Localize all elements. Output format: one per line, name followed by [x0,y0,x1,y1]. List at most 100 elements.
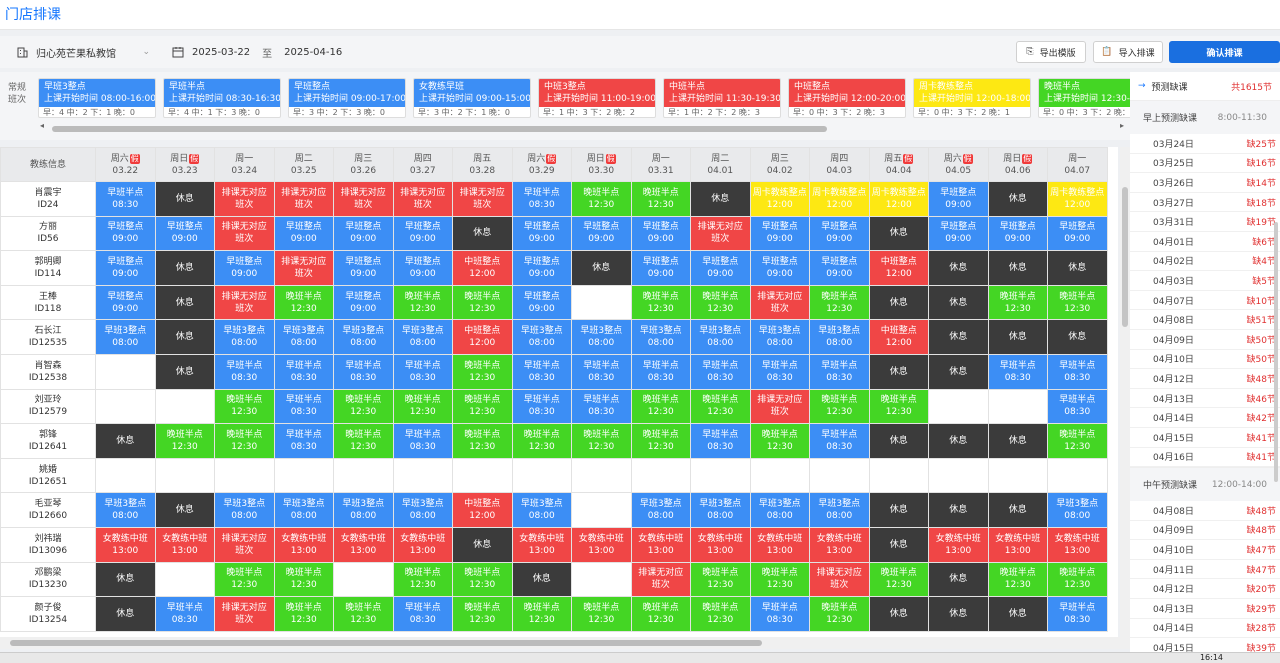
schedule-cell[interactable]: 早班整点 09:00 [95,215,156,252]
schedule-cell[interactable]: 早班3整点 08:00 [690,319,751,355]
schedule-cell[interactable] [928,388,989,425]
forecast-item[interactable]: 04月13日 缺29节 [1130,599,1280,619]
forecast-item[interactable]: 04月16日 缺41节 [1130,448,1280,468]
schedule-cell[interactable]: 早班半点 08:30 [630,353,691,390]
schedule-cell[interactable]: 早班3整点 08:00 [630,319,691,355]
schedule-cell[interactable]: 排课无对应 班次 [273,181,334,217]
schedule-cell[interactable]: 晚班半点 12:30 [1047,561,1108,598]
schedule-cell[interactable]: 早班整点 09:00 [333,284,394,321]
schedule-cell[interactable]: 早班整点 09:00 [511,250,572,286]
schedule-cell[interactable]: 晚班半点 12:30 [630,388,691,425]
schedule-cell[interactable]: 晚班半点 12:30 [333,388,394,425]
shift-card[interactable]: 女教练早班 上课开始时间 09:00-15:00 早：3 中：2 下：1 晚：0 [413,78,531,118]
schedule-cell[interactable]: 早班半点 08:30 [392,423,453,459]
schedule-cell[interactable]: 休息 [452,526,513,563]
schedule-cell[interactable]: 早班半点 08:30 [273,388,334,425]
schedule-cell[interactable] [154,457,215,494]
schedule-cell[interactable]: 休息 [1047,250,1108,286]
schedule-cell[interactable]: 晚班半点 12:30 [868,561,929,598]
schedule-cell[interactable] [392,457,453,494]
schedule-cell[interactable]: 排课无对应 班次 [749,388,810,425]
schedule-cell[interactable]: 晚班半点 12:30 [392,388,453,425]
schedule-cell[interactable]: 早班整点 09:00 [392,250,453,286]
import-schedule-button[interactable]: 📋 导入排课 [1093,41,1163,63]
schedule-cell[interactable] [333,561,394,598]
schedule-cell[interactable]: 早班整点 09:00 [333,250,394,286]
forecast-item[interactable]: 04月13日 缺46节 [1130,389,1280,409]
grid-vertical-scrollbar[interactable] [1120,147,1130,637]
shift-card[interactable]: 中班半点 上课开始时间 11:30-19:30 早：1 中：2 下：2 晚：3 [663,78,781,118]
schedule-cell[interactable]: 晚班半点 12:30 [630,181,691,217]
schedule-cell[interactable]: 晚班半点 12:30 [571,596,632,632]
schedule-cell[interactable]: 晚班半点 12:30 [273,561,334,598]
forecast-item[interactable]: 04月12日 缺20节 [1130,579,1280,600]
schedule-cell[interactable]: 晚班半点 12:30 [392,284,453,321]
schedule-cell[interactable]: 早班半点 08:30 [571,353,632,390]
schedule-cell[interactable]: 晚班半点 12:30 [452,561,513,598]
shifts-scroll-thumb[interactable] [52,126,827,132]
schedule-cell[interactable]: 晚班半点 12:30 [809,284,870,321]
schedule-cell[interactable]: 休息 [928,250,989,286]
schedule-cell[interactable]: 早班3整点 08:00 [392,319,453,355]
schedule-cell[interactable]: 排课无对应 班次 [214,181,275,217]
schedule-cell[interactable]: 休息 [928,596,989,632]
schedule-cell[interactable]: 晚班半点 12:30 [273,596,334,632]
schedule-cell[interactable]: 早班整点 09:00 [571,215,632,252]
schedule-cell[interactable]: 女教练中班 13:00 [392,526,453,563]
forecast-item[interactable]: 04月01日 缺6节 [1130,232,1280,252]
forecast-item[interactable]: 04月09日 缺48节 [1130,521,1280,541]
schedule-cell[interactable]: 早班半点 08:30 [273,423,334,459]
schedule-cell[interactable]: 中班整点 12:00 [868,250,929,286]
schedule-cell[interactable]: 早班半点 08:30 [1047,388,1108,425]
store-select[interactable]: 归心苑芒果私教馆 ⌄ [10,40,150,64]
shift-card[interactable]: 中班整点 上课开始时间 12:00-20:00 早：0 中：3 下：2 晚：3 [788,78,906,118]
schedule-cell[interactable]: 晚班半点 12:30 [809,388,870,425]
schedule-cell[interactable]: 休息 [987,250,1048,286]
schedule-cell[interactable]: 女教练中班 13:00 [273,526,334,563]
schedule-cell[interactable]: 晚班半点 12:30 [452,353,513,390]
schedule-cell[interactable]: 早班3整点 08:00 [809,492,870,528]
forecast-header[interactable]: → 预测缺课 共1615节 [1130,72,1280,100]
schedule-cell[interactable]: 早班3整点 08:00 [809,319,870,355]
schedule-cell[interactable]: 排课无对应 班次 [214,284,275,321]
schedule-cell[interactable]: 休息 [154,492,215,528]
forecast-item[interactable]: 04月08日 缺48节 [1130,501,1280,521]
schedule-cell[interactable]: 排课无对应 班次 [214,596,275,632]
schedule-cell[interactable]: 晚班半点 12:30 [452,423,513,459]
schedule-cell[interactable]: 排课无对应 班次 [690,215,751,252]
schedule-cell[interactable]: 早班整点 09:00 [333,215,394,252]
schedule-cell[interactable]: 女教练中班 13:00 [154,526,215,563]
schedule-cell[interactable] [987,388,1048,425]
schedule-cell[interactable]: 休息 [868,423,929,459]
date-to[interactable]: 2025-04-16 [284,47,342,58]
schedule-cell[interactable] [749,457,810,494]
forecast-item[interactable]: 04月03日 缺5节 [1130,271,1280,291]
schedule-cell[interactable]: 女教练中班 13:00 [690,526,751,563]
schedule-cell[interactable]: 早班3整点 08:00 [511,492,572,528]
schedule-cell[interactable]: 早班半点 08:30 [749,596,810,632]
schedule-cell[interactable]: 排课无对应 班次 [809,561,870,598]
schedule-cell[interactable]: 早班半点 08:30 [333,353,394,390]
schedule-cell[interactable]: 早班半点 08:30 [809,423,870,459]
schedule-cell[interactable]: 早班3整点 08:00 [511,319,572,355]
schedule-cell[interactable]: 晚班半点 12:30 [1047,423,1108,459]
schedule-cell[interactable]: 晚班半点 12:30 [333,423,394,459]
schedule-cell[interactable]: 女教练中班 13:00 [571,526,632,563]
schedule-cell[interactable]: 早班3整点 08:00 [749,492,810,528]
schedule-cell[interactable]: 休息 [154,284,215,321]
forecast-item[interactable]: 04月02日 缺4节 [1130,252,1280,272]
schedule-cell[interactable]: 休息 [987,181,1048,217]
schedule-cell[interactable] [928,457,989,494]
schedule-cell[interactable]: 晚班半点 12:30 [511,423,572,459]
schedule-cell[interactable]: 休息 [868,492,929,528]
shift-card[interactable]: 早班整点 上课开始时间 09:00-17:00 早：3 中：2 下：3 晚：0 [288,78,406,118]
schedule-cell[interactable]: 早班半点 08:30 [809,353,870,390]
schedule-cell[interactable]: 女教练中班 13:00 [333,526,394,563]
forecast-item[interactable]: 04月14日 缺28节 [1130,619,1280,639]
schedule-cell[interactable]: 早班整点 09:00 [809,250,870,286]
schedule-cell[interactable]: 晚班半点 12:30 [630,596,691,632]
schedule-cell[interactable]: 女教练中班 13:00 [511,526,572,563]
schedule-cell[interactable]: 排课无对应 班次 [749,284,810,321]
schedule-cell[interactable]: 早班半点 08:30 [1047,353,1108,390]
schedule-cell[interactable]: 早班半点 08:30 [749,353,810,390]
